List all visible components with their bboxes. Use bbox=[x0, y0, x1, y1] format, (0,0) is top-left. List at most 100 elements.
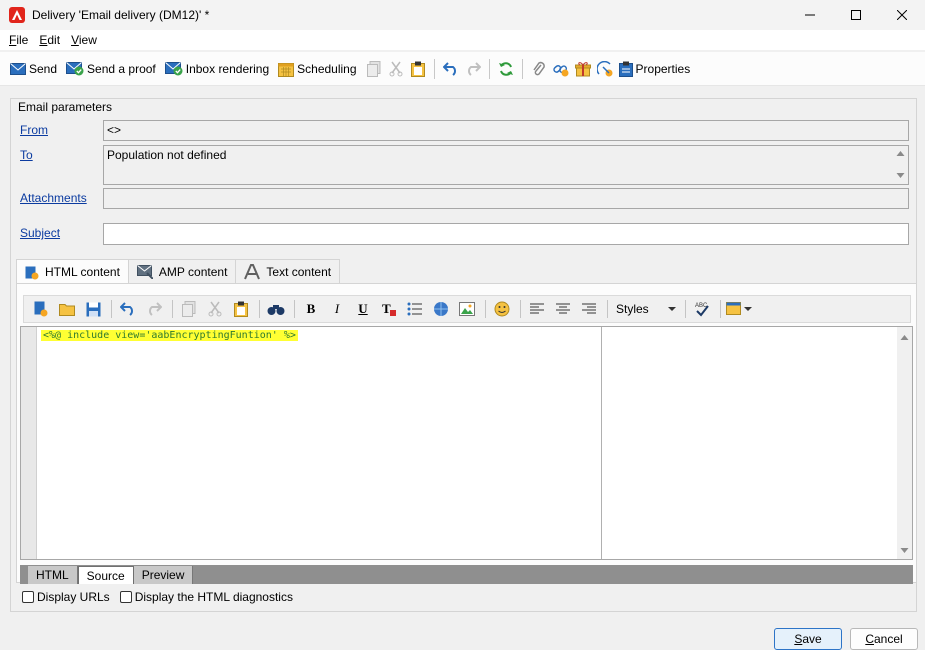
close-button[interactable] bbox=[879, 0, 925, 30]
pane-divider[interactable] bbox=[601, 327, 602, 559]
envelope-icon bbox=[10, 62, 26, 75]
attachments-link[interactable]: Attachments bbox=[20, 191, 87, 205]
display-urls-checkbox[interactable] bbox=[22, 591, 34, 603]
save-button[interactable]: Save bbox=[774, 628, 842, 650]
scroll-arrows-icon bbox=[900, 335, 909, 553]
tab-html-content[interactable]: HTML content bbox=[16, 259, 129, 284]
emoji-icon[interactable] bbox=[490, 298, 514, 320]
minimize-button[interactable] bbox=[787, 0, 833, 30]
toolbar-separator bbox=[433, 58, 435, 79]
content-tabs: HTML content AMP content Text content bbox=[16, 259, 341, 284]
main-toolbar: Send Send a proof Inbox rendering Schedu… bbox=[0, 52, 925, 86]
attachment-icon[interactable] bbox=[528, 57, 550, 81]
insert-image-icon[interactable] bbox=[455, 298, 479, 320]
chevron-down-icon bbox=[667, 307, 676, 311]
menu-view[interactable]: View bbox=[71, 33, 97, 47]
subject-input[interactable] bbox=[103, 223, 909, 245]
send-label: Send bbox=[29, 61, 58, 76]
undo-icon[interactable] bbox=[116, 298, 140, 320]
to-scrollbar[interactable] bbox=[893, 146, 908, 184]
text-color-icon[interactable]: T bbox=[377, 298, 401, 320]
align-right-icon[interactable] bbox=[577, 298, 601, 320]
to-link[interactable]: To bbox=[20, 148, 33, 162]
adobe-logo-icon bbox=[9, 7, 25, 23]
underline-icon[interactable]: U bbox=[351, 298, 375, 320]
from-field[interactable]: <> bbox=[103, 120, 909, 141]
display-diagnostics-label: Display the HTML diagnostics bbox=[134, 590, 293, 604]
from-value: <> bbox=[107, 123, 122, 137]
spellcheck-icon[interactable]: ABC bbox=[690, 298, 714, 320]
menu-edit[interactable]: Edit bbox=[39, 33, 60, 47]
send-button[interactable]: Send bbox=[7, 57, 60, 81]
line-gutter bbox=[21, 327, 37, 559]
amp-content-icon bbox=[136, 264, 153, 279]
styles-label: Styles bbox=[616, 302, 649, 316]
menu-file[interactable]: File bbox=[9, 33, 28, 47]
title-bar: Delivery 'Email delivery (DM12)' * bbox=[0, 0, 925, 30]
redo-icon[interactable] bbox=[462, 57, 484, 81]
new-document-icon[interactable] bbox=[29, 298, 53, 320]
insert-link-icon[interactable] bbox=[429, 298, 453, 320]
clipboard-icon bbox=[618, 61, 633, 77]
inbox-rendering-icon bbox=[164, 61, 183, 75]
to-field[interactable]: Population not defined bbox=[103, 145, 909, 185]
display-diagnostics-checkbox[interactable] bbox=[119, 591, 132, 603]
maximize-button[interactable] bbox=[833, 0, 879, 30]
tab-source[interactable]: Source bbox=[77, 566, 134, 584]
envelope-check-icon bbox=[66, 61, 84, 75]
view-mode-tabs: HTML Source Preview bbox=[20, 565, 913, 584]
copy-icon[interactable] bbox=[177, 298, 201, 320]
cut-icon[interactable] bbox=[385, 57, 407, 81]
styles-dropdown[interactable]: Styles bbox=[612, 298, 681, 320]
find-binoculars-icon[interactable] bbox=[264, 298, 288, 320]
paste-icon[interactable] bbox=[407, 57, 429, 81]
save-icon[interactable] bbox=[81, 298, 105, 320]
tab-html[interactable]: HTML bbox=[28, 566, 78, 584]
editor-toolbar: B I U T Styles ABC bbox=[23, 295, 911, 323]
italic-icon[interactable]: I bbox=[325, 298, 349, 320]
scheduling-button[interactable]: Scheduling bbox=[275, 57, 359, 81]
properties-label: Properties bbox=[635, 61, 691, 76]
refresh-icon[interactable] bbox=[495, 57, 517, 81]
inbox-rendering-button[interactable]: Inbox rendering bbox=[162, 57, 272, 81]
calendar-icon bbox=[278, 62, 295, 77]
email-parameters-title: Email parameters bbox=[18, 100, 113, 114]
html-content-icon bbox=[25, 266, 39, 280]
undo-icon[interactable] bbox=[440, 57, 462, 81]
text-content-icon bbox=[244, 263, 261, 279]
scheduling-label: Scheduling bbox=[297, 61, 357, 76]
align-center-icon[interactable] bbox=[551, 298, 575, 320]
attachments-field[interactable] bbox=[103, 188, 909, 209]
paste-icon[interactable] bbox=[229, 298, 253, 320]
subject-link[interactable]: Subject bbox=[20, 226, 60, 240]
link-icon[interactable] bbox=[550, 57, 572, 81]
window-title: Delivery 'Email delivery (DM12)' * bbox=[32, 8, 210, 22]
tab-amp-content[interactable]: AMP content bbox=[127, 259, 237, 283]
cut-icon[interactable] bbox=[203, 298, 227, 320]
maximize-icon bbox=[851, 10, 861, 20]
toolbar-separator bbox=[521, 58, 523, 79]
redo-icon[interactable] bbox=[142, 298, 166, 320]
tab-preview[interactable]: Preview bbox=[133, 566, 194, 584]
gift-icon[interactable] bbox=[572, 57, 594, 81]
copy-icon[interactable] bbox=[363, 57, 385, 81]
to-value: Population not defined bbox=[107, 148, 227, 162]
tab-text-content[interactable]: Text content bbox=[235, 259, 341, 283]
display-diagnostics-option[interactable]: Display the HTML diagnostics bbox=[119, 590, 293, 604]
bold-icon[interactable]: B bbox=[299, 298, 323, 320]
cancel-button[interactable]: Cancel bbox=[850, 628, 918, 650]
display-options: Display URLs Display the HTML diagnostic… bbox=[22, 590, 303, 604]
align-left-icon[interactable] bbox=[525, 298, 549, 320]
svg-text:T: T bbox=[382, 301, 391, 316]
send-proof-button[interactable]: Send a proof bbox=[63, 57, 159, 81]
display-urls-option[interactable]: Display URLs bbox=[22, 590, 110, 604]
properties-button[interactable]: Properties bbox=[616, 57, 694, 81]
source-code-editor[interactable]: <%@ include view='aabEncryptingFuntion' … bbox=[20, 326, 913, 560]
bullet-list-icon[interactable] bbox=[403, 298, 427, 320]
code-scrollbar[interactable] bbox=[897, 327, 912, 559]
personalization-icon[interactable] bbox=[725, 298, 755, 320]
open-folder-icon[interactable] bbox=[55, 298, 79, 320]
close-icon bbox=[897, 10, 907, 20]
from-link[interactable]: From bbox=[20, 123, 48, 137]
tracking-icon[interactable] bbox=[594, 57, 616, 81]
